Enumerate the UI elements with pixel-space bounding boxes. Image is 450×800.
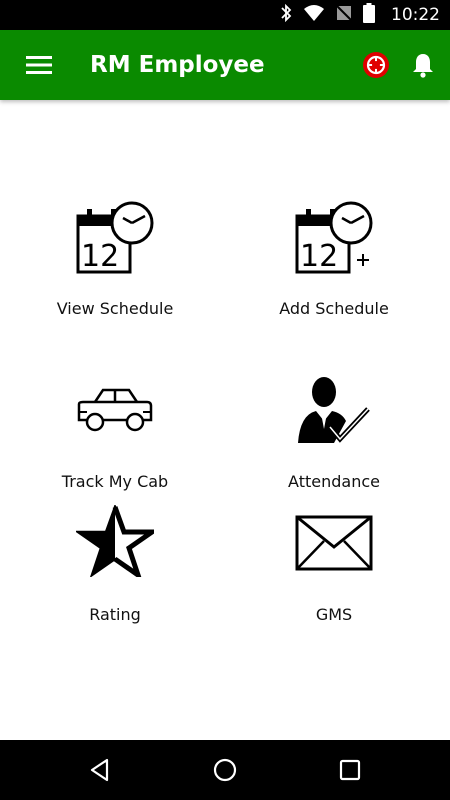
- back-icon[interactable]: [86, 756, 114, 784]
- wifi-icon: [303, 4, 325, 27]
- star-half-icon: [74, 503, 160, 582]
- battery-icon: [363, 2, 375, 28]
- bluetooth-icon: [279, 3, 293, 27]
- attendance-icon: [294, 375, 374, 452]
- status-time: 10:22: [391, 5, 440, 25]
- tile-label: Track My Cab: [61, 472, 169, 491]
- envelope-icon: [295, 515, 373, 576]
- calendar-day-text: 12: [300, 239, 338, 274]
- car-icon: [75, 384, 155, 441]
- rating-button[interactable]: Rating: [25, 503, 205, 645]
- add-schedule-button[interactable]: 12 Add Schedule: [244, 200, 424, 340]
- calendar-clock-add-icon: 12: [294, 200, 374, 283]
- attendance-button[interactable]: Attendance: [244, 375, 424, 515]
- recents-icon[interactable]: [336, 756, 364, 784]
- bell-icon[interactable]: [409, 51, 437, 79]
- app-title: RM Employee: [90, 52, 265, 78]
- home-icon[interactable]: [211, 756, 239, 784]
- tile-label: GMS: [315, 605, 353, 624]
- status-bar: 10:22: [0, 0, 450, 30]
- app-bar: RM Employee: [0, 30, 450, 100]
- calendar-day-text: 12: [81, 239, 119, 274]
- view-schedule-button[interactable]: 12 View Schedule: [25, 200, 205, 340]
- sos-icon[interactable]: [362, 51, 390, 79]
- track-my-cab-button[interactable]: Track My Cab: [25, 380, 205, 520]
- gms-button[interactable]: GMS: [244, 505, 424, 645]
- navigation-bar: [0, 740, 450, 800]
- no-sim-icon: [335, 4, 353, 27]
- tile-label: Rating: [89, 605, 141, 624]
- tile-label: Add Schedule: [279, 299, 389, 318]
- calendar-clock-icon: 12: [75, 200, 155, 283]
- menu-icon[interactable]: [26, 54, 52, 76]
- status-icons: 10:22: [279, 0, 440, 30]
- tile-label: Attendance: [288, 472, 380, 491]
- tile-label: View Schedule: [56, 299, 174, 318]
